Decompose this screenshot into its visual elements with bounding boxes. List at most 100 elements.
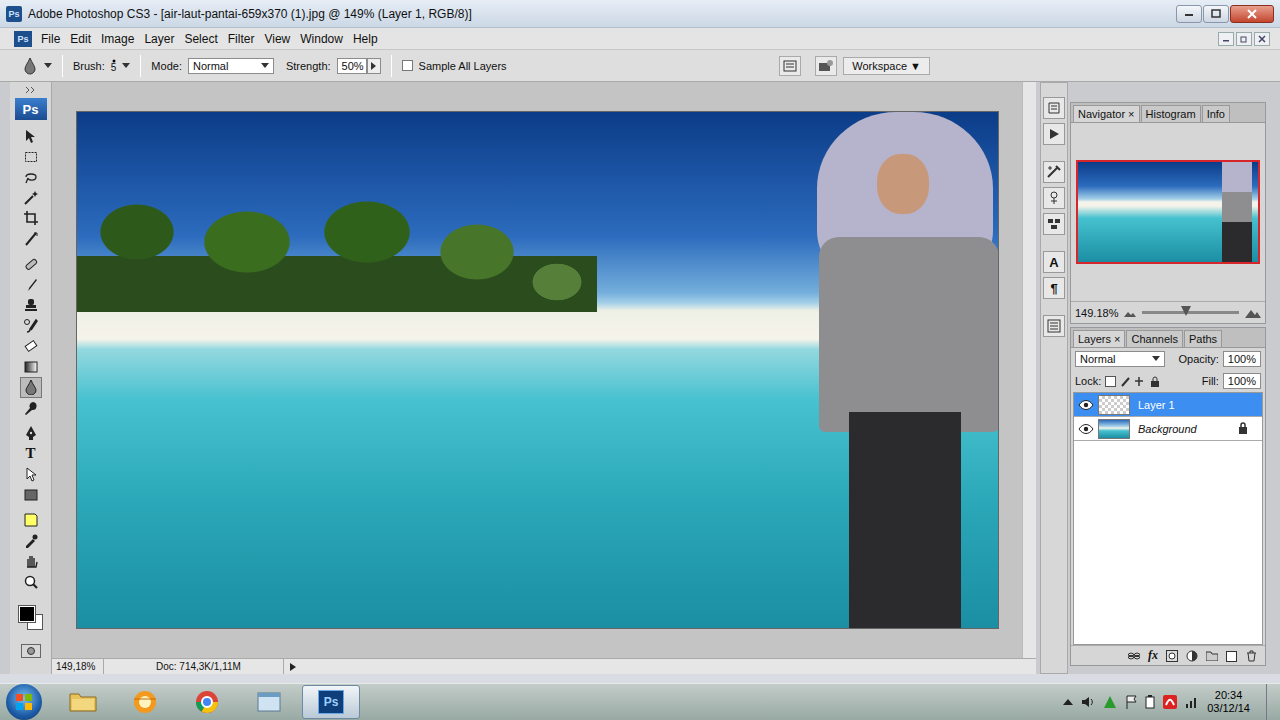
doc-minimize-button[interactable]: [1218, 32, 1234, 46]
marquee-tool[interactable]: [20, 147, 42, 168]
panel-tab[interactable]: Layers×: [1073, 330, 1125, 347]
menu-item[interactable]: Edit: [65, 30, 96, 48]
hand-tool[interactable]: [20, 551, 42, 572]
panel-tab[interactable]: Info: [1202, 105, 1230, 122]
menu-item[interactable]: View: [259, 30, 295, 48]
folder-taskbar-button[interactable]: [54, 685, 112, 719]
zoom-slider-knob[interactable]: [1181, 306, 1191, 316]
menu-item[interactable]: Layer: [139, 30, 179, 48]
minimize-button[interactable]: [1176, 5, 1202, 23]
workspace-button[interactable]: Workspace ▼: [843, 57, 930, 75]
status-menu-arrow-icon[interactable]: [288, 662, 298, 672]
trash-icon[interactable]: [1246, 650, 1257, 662]
clock[interactable]: 20:34 03/12/14: [1207, 689, 1250, 715]
layer-name[interactable]: Background: [1134, 423, 1234, 435]
group-folder-icon[interactable]: [1206, 651, 1218, 661]
zoom-out-icon[interactable]: [1124, 309, 1136, 317]
brush-picker[interactable]: 5: [111, 59, 117, 73]
move-tool[interactable]: [20, 126, 42, 147]
path-selection-tool[interactable]: [20, 464, 42, 485]
type-tool[interactable]: T: [20, 444, 42, 465]
antivirus-icon[interactable]: [1163, 695, 1177, 709]
panel-tab[interactable]: Channels: [1126, 330, 1182, 347]
layer-name[interactable]: Layer 1: [1134, 399, 1234, 411]
sample-all-layers-checkbox[interactable]: [402, 60, 413, 71]
tool-presets-panel-button[interactable]: [1043, 161, 1065, 183]
fill-field[interactable]: 100%: [1223, 373, 1261, 389]
mask-icon[interactable]: [1166, 650, 1178, 662]
strength-slider-button[interactable]: [367, 58, 381, 74]
eyedropper-tool[interactable]: [20, 531, 42, 552]
menu-item[interactable]: Image: [96, 30, 139, 48]
mode-select[interactable]: Normal: [188, 58, 274, 74]
navigator-zoom[interactable]: 149.18%: [1075, 307, 1118, 319]
network-icon[interactable]: [1185, 695, 1199, 709]
menu-item[interactable]: File: [36, 30, 65, 48]
gradient-tool[interactable]: [20, 357, 42, 378]
layer-comps-panel-button[interactable]: [1043, 213, 1065, 235]
collapse-arrows-icon[interactable]: [26, 87, 36, 93]
tab-close-button[interactable]: ×: [1114, 333, 1120, 345]
sample-all-layers-label[interactable]: Sample All Layers: [419, 60, 507, 72]
strength-field[interactable]: 50%: [337, 58, 367, 74]
history-panel-button[interactable]: [1043, 97, 1065, 119]
zoom-slider[interactable]: [1142, 311, 1239, 314]
link-icon[interactable]: [1128, 651, 1140, 661]
crop-tool[interactable]: [20, 208, 42, 229]
photoshop-logo[interactable]: Ps: [15, 98, 47, 120]
lock-options-icon[interactable]: [1105, 376, 1165, 387]
flag-icon[interactable]: [1125, 695, 1137, 709]
photoshop-taskbar-button[interactable]: Ps: [302, 685, 360, 719]
zoom-in-icon[interactable]: [1245, 308, 1261, 318]
slice-tool[interactable]: [20, 229, 42, 250]
menu-item[interactable]: Help: [348, 30, 383, 48]
layer-row[interactable]: Layer 1: [1074, 393, 1262, 417]
menu-item[interactable]: Filter: [223, 30, 260, 48]
dodge-tool[interactable]: [20, 398, 42, 419]
lasso-tool[interactable]: [20, 167, 42, 188]
pen-tool[interactable]: [20, 423, 42, 444]
panel-tab[interactable]: Paths: [1184, 330, 1222, 347]
panel-tab[interactable]: Navigator×: [1073, 105, 1140, 122]
foreground-color[interactable]: [19, 606, 35, 622]
clone-source-panel-button[interactable]: [1043, 187, 1065, 209]
actions-panel-button[interactable]: [1043, 123, 1065, 145]
menu-item[interactable]: Window: [295, 30, 348, 48]
start-button[interactable]: [6, 684, 42, 720]
healing-brush-tool[interactable]: [20, 254, 42, 275]
doc-close-button[interactable]: [1254, 32, 1270, 46]
layer-row[interactable]: Background: [1074, 417, 1262, 441]
globe-taskbar-button[interactable]: [116, 685, 174, 719]
show-hidden-icons-icon[interactable]: [1063, 698, 1073, 706]
palette-well-icon[interactable]: [779, 56, 801, 76]
visibility-toggle[interactable]: [1078, 397, 1094, 413]
history-brush-tool[interactable]: [20, 316, 42, 337]
doc-restore-button[interactable]: [1236, 32, 1252, 46]
zoom-tool[interactable]: [20, 572, 42, 593]
zoom-level[interactable]: 149,18%: [52, 659, 104, 674]
chrome-taskbar-button[interactable]: [178, 685, 236, 719]
menu-item[interactable]: Select: [179, 30, 222, 48]
brush-tool[interactable]: [20, 275, 42, 296]
battery-icon[interactable]: [1145, 695, 1155, 709]
app-tray-icon[interactable]: [1103, 695, 1117, 709]
restore-button[interactable]: [1203, 5, 1229, 23]
brushes-panel-button[interactable]: [1043, 315, 1065, 337]
eraser-tool[interactable]: [20, 336, 42, 357]
clone-stamp-tool[interactable]: [20, 295, 42, 316]
show-desktop-button[interactable]: [1266, 684, 1280, 720]
window-taskbar-button[interactable]: [240, 685, 298, 719]
visibility-toggle[interactable]: [1078, 421, 1094, 437]
layer-style-button[interactable]: fx: [1148, 648, 1158, 663]
navigator-thumbnail[interactable]: [1076, 160, 1260, 264]
color-swatches[interactable]: [17, 604, 45, 632]
blur-tool-icon[interactable]: [22, 57, 38, 75]
opacity-field[interactable]: 100%: [1223, 351, 1261, 367]
notes-tool[interactable]: [20, 510, 42, 531]
new-layer-icon[interactable]: [1226, 650, 1238, 662]
vertical-scrollbar[interactable]: [1022, 82, 1036, 658]
speaker-icon[interactable]: [1081, 695, 1095, 709]
photoshop-icon[interactable]: Ps: [14, 31, 32, 47]
brush-arrow-icon[interactable]: [122, 63, 130, 69]
adjustment-layer-icon[interactable]: [1186, 650, 1198, 662]
